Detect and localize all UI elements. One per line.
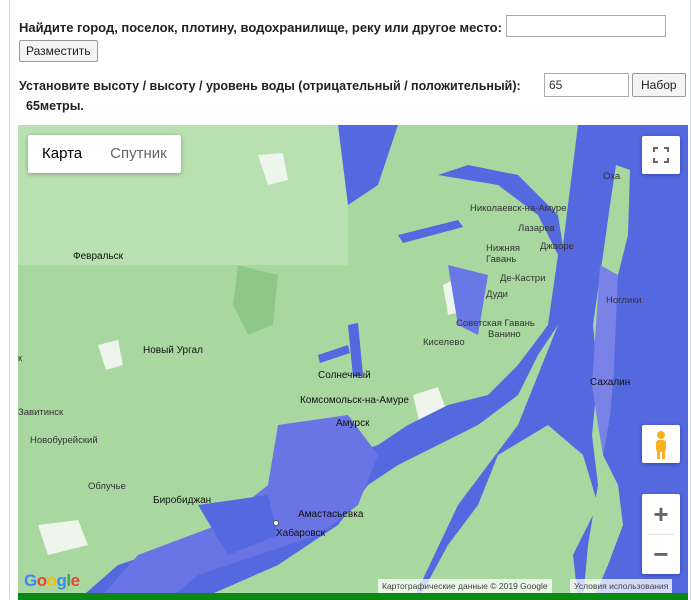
page-left-border <box>9 0 10 600</box>
label-birobidzhan: Биробиджан <box>153 495 212 506</box>
label-solnechny: Солнечный <box>318 370 371 381</box>
label-obluchye: Облучье <box>88 481 126 492</box>
fullscreen-button[interactable] <box>642 136 680 174</box>
label-nizhnyaya-gavan: Нижняя Гавань <box>486 243 521 265</box>
label-kiselev: Киселево <box>423 337 465 348</box>
flood-status-bar <box>18 593 688 600</box>
terms-of-use-link[interactable]: Условия использования <box>570 579 673 593</box>
place-button[interactable]: Разместить <box>19 40 98 62</box>
set-height-button[interactable]: Набор <box>632 73 686 97</box>
search-label: Найдите город, поселок, плотину, водохра… <box>19 20 502 35</box>
map-terrain <box>18 125 688 600</box>
label-left-k: к <box>18 353 23 364</box>
map-attribution[interactable]: Картографические данные © 2019 Google <box>378 579 552 593</box>
label-novy-urgal: Новый Ургал <box>143 345 203 356</box>
label-sakhalin: Сахалин <box>590 377 631 388</box>
fullscreen-icon <box>653 147 669 163</box>
map-viewport[interactable]: Карта Спутник + − Февральск Новый Ургал … <box>18 125 688 600</box>
label-komsomolsk: Комсомольск-на-Амуре <box>300 395 409 406</box>
label-amursk: Амурск <box>336 418 370 429</box>
zoom-control[interactable]: + − <box>642 494 680 574</box>
street-view-button[interactable] <box>642 425 680 463</box>
label-fevralsk: Февральск <box>73 251 124 262</box>
label-nogliki: Ноглики <box>606 295 642 306</box>
pegman-icon <box>656 431 666 459</box>
label-zavitinsk: Завитинск <box>18 407 64 418</box>
map-type-map[interactable]: Карта <box>28 135 96 173</box>
search-input[interactable] <box>506 15 666 37</box>
zoom-out-button[interactable]: − <box>642 534 680 574</box>
label-nikolaevsk: Николаевск-на-Амуре <box>470 203 567 214</box>
label-dudi: Дуди <box>486 289 508 300</box>
label-sovgavan: Советская Гавань <box>456 318 535 329</box>
label-de-kastri: Де-Кастри <box>500 273 546 284</box>
minus-icon: − <box>653 539 669 569</box>
plus-icon: + <box>653 499 669 529</box>
label-lazarev: Лазарев <box>518 223 555 234</box>
google-logo: Google <box>24 571 80 590</box>
height-label: Установите высоту / высоту / уровень вод… <box>19 79 521 93</box>
height-input[interactable] <box>544 73 629 97</box>
zoom-in-button[interactable]: + <box>642 494 680 534</box>
khabarovsk-dot <box>273 520 279 526</box>
current-height-readout: 65метры. <box>26 99 84 113</box>
label-amurzet: Амастасьевка <box>298 509 364 520</box>
label-okha: Оха <box>603 171 621 182</box>
map-type-control[interactable]: Карта Спутник <box>28 135 181 173</box>
zoom-divider <box>648 534 674 535</box>
label-novobureysky: Новобурейский <box>30 435 98 446</box>
map-type-satellite[interactable]: Спутник <box>96 135 181 173</box>
label-vanino: Ванино <box>488 329 521 340</box>
label-khabarovsk: Хабаровск <box>276 528 325 539</box>
